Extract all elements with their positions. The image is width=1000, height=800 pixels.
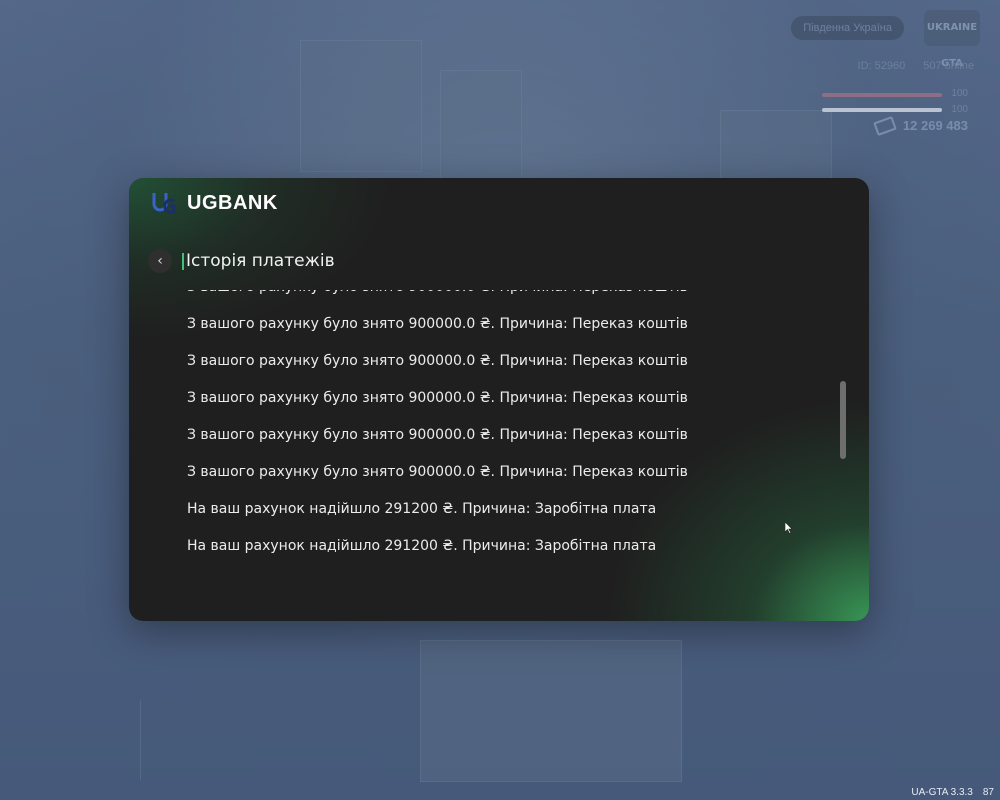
money-value: 12 269 483 [902,118,968,133]
bank-modal: UGBANK ‹ Історія платежів З вашого рахун… [129,178,869,621]
bank-logo-text: UGBANK [187,191,278,214]
history-item: На ваш рахунок надійшло 291200 ₴. Причин… [187,538,657,554]
hud-region-label: Південна Україна [791,16,904,40]
player-id: ID: 52960 [857,60,906,72]
online-count: 507 online [923,60,974,72]
chevron-left-icon: ‹ [157,253,163,269]
history-item: З вашого рахунку було знято 900000.0 ₴. … [187,290,827,306]
payment-history-list[interactable]: З вашого рахунку було знято 900000.0 ₴. … [187,290,827,600]
background-building [300,40,422,172]
background-door [440,70,522,182]
background-window [720,110,832,182]
hud-money: 12 269 483 [873,115,968,136]
title-accent-bar [182,253,184,270]
hud-ids: ID: 52960 507 online [858,60,974,72]
armor-value: 100 [951,104,968,115]
history-scrollbar[interactable] [840,381,846,459]
history-item: З вашого рахунку було знято 900000.0 ₴. … [187,464,688,480]
history-item: З вашого рахунку було знято 900000.0 ₴. … [187,390,688,406]
fps-counter: 87 [982,787,994,798]
history-item: З вашого рахунку було знято 900000.0 ₴. … [187,427,688,443]
version-label: UA-GTA 3.3.3 [911,787,973,798]
bank-header: UGBANK [151,190,278,216]
payment-history-items: З вашого рахунку було знято 900000.0 ₴. … [187,290,827,565]
background-floor [420,640,682,782]
history-item: На ваш рахунок надійшло 291200 ₴. Причин… [187,501,657,517]
armor-bar [822,108,942,112]
money-icon [873,115,897,136]
health-value: 100 [951,88,968,99]
ugbank-logo-icon [152,193,176,214]
server-logo: UKRAINE GTA [924,10,980,69]
chat-area [140,700,261,780]
history-item: З вашого рахунку було знято 900000.0 ₴. … [187,316,688,332]
back-button[interactable]: ‹ [148,249,172,273]
history-item: З вашого рахунку було знято 900000.0 ₴. … [187,353,688,369]
cursor-icon [785,522,793,534]
version-info: UA-GTA 3.3.3 87 [911,787,994,798]
health-bar [822,93,942,97]
page-title: Історія платежів [186,251,335,271]
